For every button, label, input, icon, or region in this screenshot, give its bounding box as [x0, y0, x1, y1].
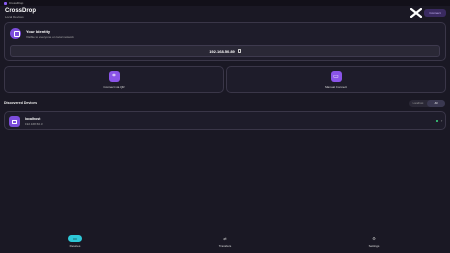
gear-icon: ⚙ [372, 236, 376, 241]
devices-icon: ▭ [68, 235, 82, 242]
qr-icon: ⌗ [108, 70, 120, 82]
window-title: CrossDrop [9, 1, 24, 5]
app-icon [4, 1, 7, 5]
window-titlebar: CrossDrop [0, 0, 450, 6]
filter-option-all[interactable]: All [427, 100, 445, 107]
bottom-navigation: ▭ Devices ⇄ Transfers ⚙ Settings [0, 233, 450, 253]
nav-settings-label: Settings [368, 244, 380, 248]
identity-subtitle: Visible to everyone on local network [26, 35, 74, 39]
manual-connect-button[interactable]: ▭ Manual Connect [226, 66, 446, 93]
identity-card: Your Identity Visible to everyone on loc… [4, 22, 446, 61]
copy-icon[interactable] [237, 49, 241, 53]
nav-devices-label: Devices [69, 244, 81, 248]
device-ip: 192.168.50.3 [25, 122, 43, 126]
manual-connect-label: Manual Connect [325, 84, 347, 89]
page-subtitle: Local Devices [5, 15, 24, 19]
x-logo-icon [410, 8, 422, 18]
device-row[interactable]: localhost 192.168.50.3 › [4, 111, 446, 130]
connect-button[interactable]: Connect [424, 9, 446, 17]
page-title: CrossDrop [5, 8, 37, 14]
connect-button-label: Connect [429, 11, 441, 15]
device-filter-toggle[interactable]: Localhost All [409, 100, 445, 107]
filter-option-localhost[interactable]: Localhost [409, 100, 427, 107]
discovered-devices-title: Discovered Devices [4, 101, 38, 105]
device-icon [9, 116, 20, 127]
home-icon [10, 28, 21, 39]
chevron-right-icon[interactable]: › [441, 118, 442, 123]
ip-address-field[interactable]: 192.168.50.89 [10, 45, 440, 57]
transfers-icon: ⇄ [223, 236, 227, 241]
identity-title: Your Identity [26, 29, 51, 34]
nav-transfers[interactable]: ⇄ Transfers [205, 235, 245, 248]
nav-settings[interactable]: ⚙ Settings [354, 235, 394, 248]
online-status-dot [436, 120, 438, 122]
device-name: localhost [25, 116, 41, 121]
nav-devices[interactable]: ▭ Devices [55, 235, 95, 248]
connect-qr-label: Connect via QR [103, 84, 125, 89]
nav-transfers-label: Transfers [218, 244, 232, 248]
connect-qr-button[interactable]: ⌗ Connect via QR [4, 66, 224, 93]
ip-address: 192.168.50.89 [209, 48, 235, 54]
keyboard-icon: ▭ [330, 70, 342, 82]
